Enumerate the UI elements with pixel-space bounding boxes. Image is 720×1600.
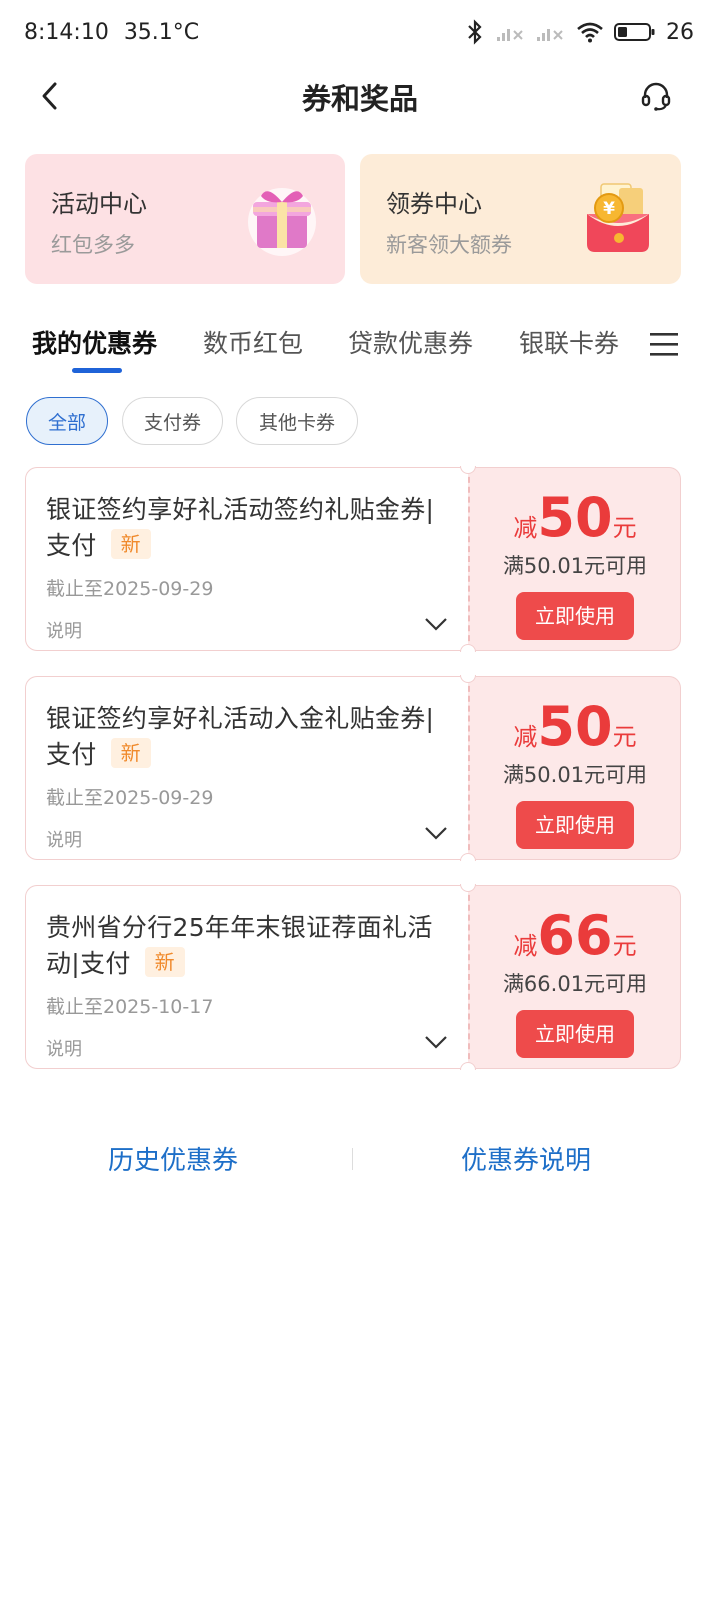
coupon-value-panel: 减 66 元 满66.01元可用 立即使用	[468, 885, 681, 1069]
tab-digital-red-packet[interactable]: 数币红包	[203, 324, 303, 360]
page-title: 券和奖品	[301, 82, 418, 116]
coupon-center-card[interactable]: 领券中心 新客领大额券 ¥	[360, 154, 681, 284]
coupon-card: 银证签约享好礼活动签约礼贴金券|支付新 截止至2025-09-29 说明 减 5…	[25, 466, 681, 652]
coupon-description-toggle[interactable]: 说明	[46, 617, 448, 643]
coupon-title: 银证签约享好礼活动入金礼贴金券|支付新	[46, 701, 448, 773]
menu-icon[interactable]	[648, 328, 680, 360]
tab-loan-coupons[interactable]: 贷款优惠券	[348, 324, 473, 360]
new-badge: 新	[110, 738, 151, 768]
status-bar: 8:14:10 35.1°C 26	[0, 0, 720, 64]
filter-other-coupons[interactable]: 其他卡券	[236, 397, 358, 445]
coupon-category-tabs: 我的优惠券 数币红包 贷款优惠券 银联卡券	[0, 318, 720, 380]
status-left: 8:14:10 35.1°C	[24, 20, 199, 45]
history-coupons-link[interactable]: 历史优惠券	[108, 1140, 238, 1177]
wifi-icon	[577, 22, 603, 43]
status-icons: 26	[464, 19, 694, 45]
chevron-left-icon	[42, 82, 57, 110]
chevron-down-icon[interactable]	[424, 1032, 448, 1052]
amount-unit: 元	[612, 723, 637, 751]
coupon-value-panel: 减 50 元 满50.01元可用 立即使用	[468, 676, 681, 860]
coupon-condition: 满50.01元可用	[502, 763, 648, 787]
amount-value: 50	[537, 486, 613, 549]
page-header: 券和奖品	[0, 64, 720, 130]
active-tab-indicator	[72, 368, 122, 373]
coupon-card: 贵州省分行25年年末银证荐面礼活动|支付新 截止至2025-10-17 说明 减…	[25, 884, 681, 1070]
signal-off-icon	[497, 29, 523, 41]
coupon-expiry: 截止至2025-09-29	[46, 787, 214, 809]
coupon-expiry: 截止至2025-09-29	[46, 578, 214, 600]
red-envelope-coin-icon: ¥	[587, 183, 649, 252]
coupon-card: 银证签约享好礼活动入金礼贴金券|支付新 截止至2025-09-29 说明 减 5…	[25, 675, 681, 861]
gift-box-icon	[248, 188, 316, 256]
new-badge: 新	[110, 529, 151, 559]
coupon-title: 贵州省分行25年年末银证荐面礼活动|支付新	[46, 910, 448, 982]
headset-icon	[641, 82, 671, 111]
chevron-down-icon[interactable]	[424, 614, 448, 634]
filter-all[interactable]: 全部	[26, 397, 108, 445]
amount-value: 50	[537, 695, 613, 758]
coupon-info: 银证签约享好礼活动签约礼贴金券|支付新 截止至2025-09-29 说明	[25, 467, 468, 651]
battery-level: 26	[666, 19, 694, 45]
amount-prefix: 减	[513, 932, 538, 960]
coupon-rules-link[interactable]: 优惠券说明	[461, 1140, 591, 1177]
svg-text:¥: ¥	[603, 199, 615, 219]
use-now-button[interactable]: 立即使用	[516, 801, 634, 849]
amount-prefix: 减	[513, 514, 538, 542]
customer-service-button[interactable]	[636, 76, 676, 116]
coupon-expiry: 截止至2025-10-17	[46, 996, 214, 1018]
footer-divider	[352, 1148, 353, 1170]
coupon-title: 银证签约享好礼活动签约礼贴金券|支付新	[46, 492, 448, 564]
back-button[interactable]	[30, 76, 70, 116]
activity-center-card[interactable]: 活动中心 红包多多	[25, 154, 345, 284]
coupon-amount: 减 66 元	[470, 908, 680, 964]
tab-unionpay-coupons[interactable]: 银联卡券	[519, 324, 619, 360]
coupon-amount: 减 50 元	[470, 699, 680, 755]
coupon-title-text: 银证签约享好礼活动签约礼贴金券|支付	[46, 495, 435, 560]
coupon-condition: 满66.01元可用	[502, 972, 648, 996]
coupon-info: 银证签约享好礼活动入金礼贴金券|支付新 截止至2025-09-29 说明	[25, 676, 468, 860]
use-now-button[interactable]: 立即使用	[516, 1010, 634, 1058]
new-badge: 新	[144, 947, 185, 977]
tab-my-coupons[interactable]: 我的优惠券	[32, 324, 157, 360]
battery-icon	[614, 23, 655, 41]
status-time: 8:14:10	[24, 19, 109, 45]
chevron-down-icon[interactable]	[424, 823, 448, 843]
coupon-description-toggle[interactable]: 说明	[46, 826, 448, 852]
amount-value: 66	[537, 904, 613, 967]
coupon-description-toggle[interactable]: 说明	[46, 1035, 448, 1061]
use-now-button[interactable]: 立即使用	[516, 592, 634, 640]
amount-unit: 元	[612, 514, 637, 542]
coupon-value-panel: 减 50 元 满50.01元可用 立即使用	[468, 467, 681, 651]
amount-prefix: 减	[513, 723, 538, 751]
coupon-info: 贵州省分行25年年末银证荐面礼活动|支付新 截止至2025-10-17 说明	[25, 885, 468, 1069]
signal-off-icon-2	[537, 29, 563, 41]
footer-links: 历史优惠券 优惠券说明	[0, 1136, 720, 1182]
coupon-condition: 满50.01元可用	[502, 554, 648, 578]
amount-unit: 元	[612, 932, 637, 960]
filter-payment-coupons[interactable]: 支付券	[122, 397, 223, 445]
status-temperature: 35.1°C	[123, 19, 200, 45]
coupon-title-text: 贵州省分行25年年末银证荐面礼活动|支付	[46, 913, 433, 978]
coupon-title-text: 银证签约享好礼活动入金礼贴金券|支付	[46, 704, 435, 769]
coupon-amount: 减 50 元	[470, 490, 680, 546]
bluetooth-icon	[468, 19, 482, 45]
